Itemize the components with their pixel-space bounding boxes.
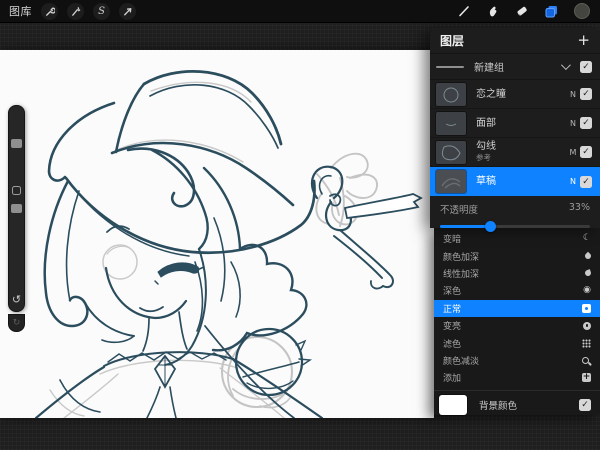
brush-sidebar: ↺ [8,105,25,312]
layer-thumbnail [436,170,466,193]
opacity-slider[interactable] [440,220,590,232]
canvas-artwork [34,70,423,420]
selection-button[interactable]: S [93,2,110,20]
opacity-section: 不透明度 33% [430,196,600,232]
layer-name: 恋之瞳 [476,88,506,100]
blend-mode-menu: 变暗 ☾ 颜色加深 线性加深 深色 ◉ 正常 变亮 滤色 颜色减淡 添加 + 背… [434,228,600,415]
blend-option-darker-color[interactable]: 深色 ◉ [434,282,600,299]
color-burn-drop-icon [583,251,593,261]
background-color-swatch[interactable] [439,394,467,415]
layer-visibility-checkbox[interactable]: ✓ [580,146,592,158]
procreate-app: 图库 S ↺ ↻ 图层 + 新建组 ✓ 恋之瞳 N ✓ 面部 N ✓ 勾线 参考… [0,0,600,450]
layer-row-selected[interactable]: 草稿 N ✓ [430,167,600,196]
eraser-button[interactable] [515,4,529,18]
drawing-canvas[interactable] [0,50,434,420]
brush-opacity-slider[interactable] [11,204,22,213]
lighten-circle-icon [583,321,591,330]
blend-option-color-dodge[interactable]: 颜色减淡 [434,352,600,369]
menu-divider [434,389,600,391]
layer-visibility-checkbox[interactable]: ✓ [580,117,592,129]
background-color-label: 背景颜色 [479,400,518,412]
group-stack-icon [436,65,464,68]
layer-visibility-checkbox[interactable]: ✓ [580,88,592,100]
blend-option-linear-burn[interactable]: 线性加深 [434,265,600,282]
adjustments-button[interactable] [67,2,84,20]
normal-square-icon [582,303,591,313]
layer-row[interactable]: 勾线 参考 M ✓ [430,138,600,167]
group-name: 新建组 [474,63,504,74]
layer-reference-subtitle: 参考 [476,153,491,162]
blend-option-lighten[interactable]: 变亮 [434,317,600,334]
selection-s-icon: S [98,5,105,17]
blend-mode-badge[interactable]: M [566,148,580,157]
opacity-label: 不透明度 [440,205,479,216]
adjustments-wand-icon [72,6,81,16]
layer-row[interactable]: 恋之瞳 N ✓ [430,80,600,109]
layer-visibility-checkbox[interactable]: ✓ [580,175,592,188]
layer-name: 勾线 参考 [476,141,496,162]
actions-wrench-button[interactable] [41,2,58,20]
smudge-finger-button[interactable] [486,4,500,18]
layers-panel-title: 图层 [440,34,465,48]
layer-thumbnail [436,111,466,135]
blend-option-screen[interactable]: 滤色 [434,334,600,351]
brush-size-slider[interactable] [11,139,22,148]
background-visibility-checkbox[interactable]: ✓ [579,398,591,411]
color-dodge-icon [582,356,589,364]
darken-moon-icon: ☾ [582,233,591,244]
layer-row[interactable]: 面部 N ✓ [430,109,600,138]
opacity-slider-knob[interactable] [484,220,496,232]
add-plus-icon: + [582,372,591,383]
linear-burn-drop-icon [584,269,592,278]
redo-button[interactable]: ↻ [8,314,25,332]
blend-option-darken[interactable]: 变暗 ☾ [434,230,600,247]
blend-mode-badge[interactable]: N [566,177,580,186]
layer-name: 面部 [476,117,496,129]
darker-color-icon: ◉ [583,285,591,296]
layers-button-active[interactable] [544,4,559,19]
chevron-down-icon[interactable] [560,60,571,71]
add-layer-button[interactable]: + [577,33,590,48]
transform-button[interactable] [119,2,136,20]
blend-mode-badge[interactable]: N [566,90,580,99]
brush-button[interactable] [457,4,471,18]
color-swatch-button[interactable] [574,3,590,19]
blend-mode-badge[interactable]: N [566,119,580,128]
layer-name: 草稿 [476,176,496,187]
transform-arrow-icon [124,7,132,15]
background-color-row[interactable]: 背景颜色 ✓ [434,393,600,417]
screen-grid-icon [582,338,591,348]
group-visibility-checkbox[interactable]: ✓ [580,60,592,73]
opacity-value: 33% [568,202,590,213]
blend-option-normal-selected[interactable]: 正常 [434,299,600,317]
layer-thumbnail [436,140,466,164]
top-toolbar: 图库 S [0,0,600,23]
blend-option-color-burn[interactable]: 颜色加深 [434,247,600,264]
blend-option-add[interactable]: 添加 + [434,369,600,386]
undo-button[interactable]: ↺ [9,294,24,305]
layers-panel: 图层 + 新建组 ✓ 恋之瞳 N ✓ 面部 N ✓ 勾线 参考 M ✓ 草稿 N… [430,28,600,232]
modify-button[interactable] [12,186,21,195]
layer-group-row[interactable]: 新建组 ✓ [430,54,600,80]
wrench-icon [46,7,55,16]
gallery-button[interactable]: 图库 [9,3,32,19]
layer-thumbnail [436,82,466,106]
